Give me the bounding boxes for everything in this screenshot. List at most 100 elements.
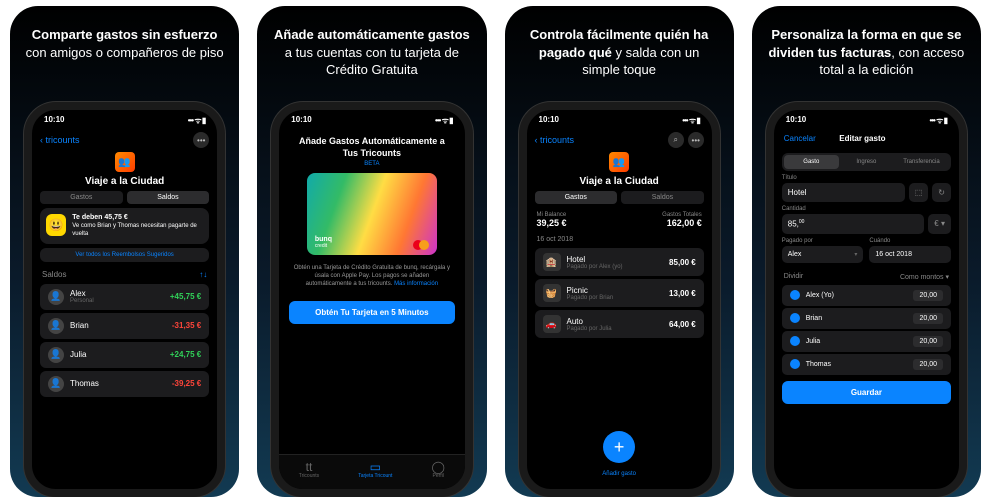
expense-amount: 85,00 € [669,258,696,267]
balance-row[interactable]: 👤 Julia +24,75 € [40,342,209,368]
seg-transfer[interactable]: Transferencia [894,155,949,169]
cancel-button[interactable]: Cancelar [784,134,816,143]
recurring-icon[interactable]: ↻ [932,183,951,202]
phone-frame: 10:10••• ᯤ ▮ Cancelar Editar gasto Gasto… [766,102,967,497]
person-name: Alex [70,289,86,298]
expense-row[interactable]: 🧺 PicnicPagado por Brian 13,00 € [535,279,704,307]
split-amount[interactable]: 20,00 [913,359,943,370]
credit-card: bunqcredit [307,173,437,255]
screenshot-3: Controla fácilmente quién ha pagado qué … [505,6,734,497]
mastercard-icon [413,240,429,250]
group-icon: 👥 [609,152,629,172]
split-row[interactable]: Alex (Yo) 20,00 [782,285,951,306]
nav-profile[interactable]: ◯Perfil [432,461,445,479]
category-icon[interactable]: ⬚ [909,183,929,202]
split-row[interactable]: Julia 20,00 [782,331,951,352]
paidby-label: Pagado por [782,238,864,244]
alert-card[interactable]: 😃 Te deben 45,75 €Ve como Brian y Thomas… [40,208,209,244]
back-button[interactable]: ‹ tricounts [535,135,575,145]
segment-tabs: Gasto Ingreso Transferencia [782,153,951,171]
checkbox-icon[interactable] [790,313,800,323]
headline-4: Personaliza la forma en que se dividen t… [766,26,967,84]
phone-frame: 10:10••• ᯤ ▮ Añade Gastos Automáticament… [271,102,472,497]
balance-amount: -31,35 € [172,321,201,330]
save-button[interactable]: Guardar [782,381,951,404]
expense-row[interactable]: 🚗 AutoPagado por Julia 64,00 € [535,310,704,338]
bottom-nav: ttTricounts ▭Tarjeta Tricount ◯Perfil [279,454,464,489]
group-title: Viaje a la Ciudad [32,176,217,187]
search-icon[interactable]: ⌕ [668,132,684,148]
more-link[interactable]: Más información [394,281,438,287]
modal-title: Editar gasto [816,134,909,143]
tab-saldos[interactable]: Saldos [127,191,210,204]
headline-3: Controla fácilmente quién ha pagado qué … [519,26,720,84]
paidby-select[interactable]: Alex▾ [782,246,864,263]
avatar-icon: 👤 [48,347,64,363]
checkbox-icon[interactable] [790,336,800,346]
expense-sub: Pagado por Brian [567,295,670,301]
amount-label: Cantidad [782,206,951,212]
expense-name: Hotel [567,255,586,264]
expense-sub: Pagado por Julia [567,326,670,332]
tab-saldos[interactable]: Saldos [621,191,704,204]
balance-amount: +24,75 € [170,350,201,359]
avatar-icon: 👤 [48,318,64,334]
split-amount[interactable]: 20,00 [913,336,943,347]
split-label: Dividir [784,273,803,281]
sort-icon[interactable]: ↑↓ [199,270,207,279]
back-button[interactable]: ‹ tricounts [40,135,80,145]
get-card-button[interactable]: Obtén Tu Tarjeta en 5 Minutos [289,301,454,324]
beta-badge: BETA [279,161,464,167]
headline-2: Añade automáticamente gastos a tus cuent… [271,26,472,84]
checkbox-icon[interactable] [790,290,800,300]
split-name: Alex (Yo) [806,292,914,299]
screenshot-1: Comparte gastos sin esfuerzo con amigos … [10,6,239,497]
when-label: Cuándo [869,238,951,244]
seg-gasto[interactable]: Gasto [784,155,839,169]
split-mode[interactable]: Como montos ▾ [900,273,949,281]
promo-title: Añade Gastos Automáticamente a Tus Trico… [279,128,464,161]
date-header: 16 oct 2018 [527,232,712,245]
phone-frame: 10:10••• ᯤ ▮ ‹ tricounts ⌕ ••• 👥 Viaje a… [519,102,720,497]
amount-input[interactable]: 85,00 [782,214,925,234]
screenshot-4: Personaliza la forma en que se dividen t… [752,6,981,497]
expense-name: Picnic [567,286,588,295]
smiley-icon: 😃 [46,214,66,236]
title-label: Título [782,175,951,181]
nav-tricounts[interactable]: ttTricounts [299,461,319,479]
suggested-link[interactable]: Ver todos los Reembolsos Sugeridos [40,248,209,262]
title-input[interactable]: Hotel [782,183,905,202]
split-amount[interactable]: 20,00 [913,290,943,301]
checkbox-icon[interactable] [790,359,800,369]
when-select[interactable]: 16 oct 2018 [869,246,951,263]
expense-name: Auto [567,317,583,326]
balance-row[interactable]: 👤 Brian -31,35 € [40,313,209,339]
currency-button[interactable]: € ▾ [928,214,951,234]
more-icon[interactable]: ••• [688,132,704,148]
expense-icon: 🚗 [543,315,561,333]
split-name: Brian [806,315,914,322]
seg-ingreso[interactable]: Ingreso [839,155,894,169]
tab-gastos[interactable]: Gastos [535,191,618,204]
person-name: Brian [70,321,89,330]
expense-amount: 13,00 € [669,289,696,298]
saldos-label: Saldos [42,270,66,279]
person-name: Julia [70,350,86,359]
tab-gastos[interactable]: Gastos [40,191,123,204]
balance-row[interactable]: 👤 AlexPersonal +45,75 € [40,284,209,310]
balance-amount: +45,75 € [170,292,201,301]
balance-row[interactable]: 👤 Thomas -39,25 € [40,371,209,397]
split-name: Thomas [806,361,914,368]
add-expense-fab[interactable]: + [603,431,635,463]
more-icon[interactable]: ••• [193,132,209,148]
split-amount[interactable]: 20,00 [913,313,943,324]
phone-frame: 10:10••• ᯤ ▮ ‹ tricounts ••• 👥 Viaje a l… [24,102,225,497]
expense-icon: 🧺 [543,284,561,302]
nav-card[interactable]: ▭Tarjeta Tricount [358,461,392,479]
expense-row[interactable]: 🏨 HotelPagado por Alex (yo) 85,00 € [535,248,704,276]
balance-amount: -39,25 € [172,379,201,388]
screenshot-2: Añade automáticamente gastos a tus cuent… [257,6,486,497]
expense-sub: Pagado por Alex (yo) [567,264,670,270]
split-row[interactable]: Thomas 20,00 [782,354,951,375]
split-row[interactable]: Brian 20,00 [782,308,951,329]
